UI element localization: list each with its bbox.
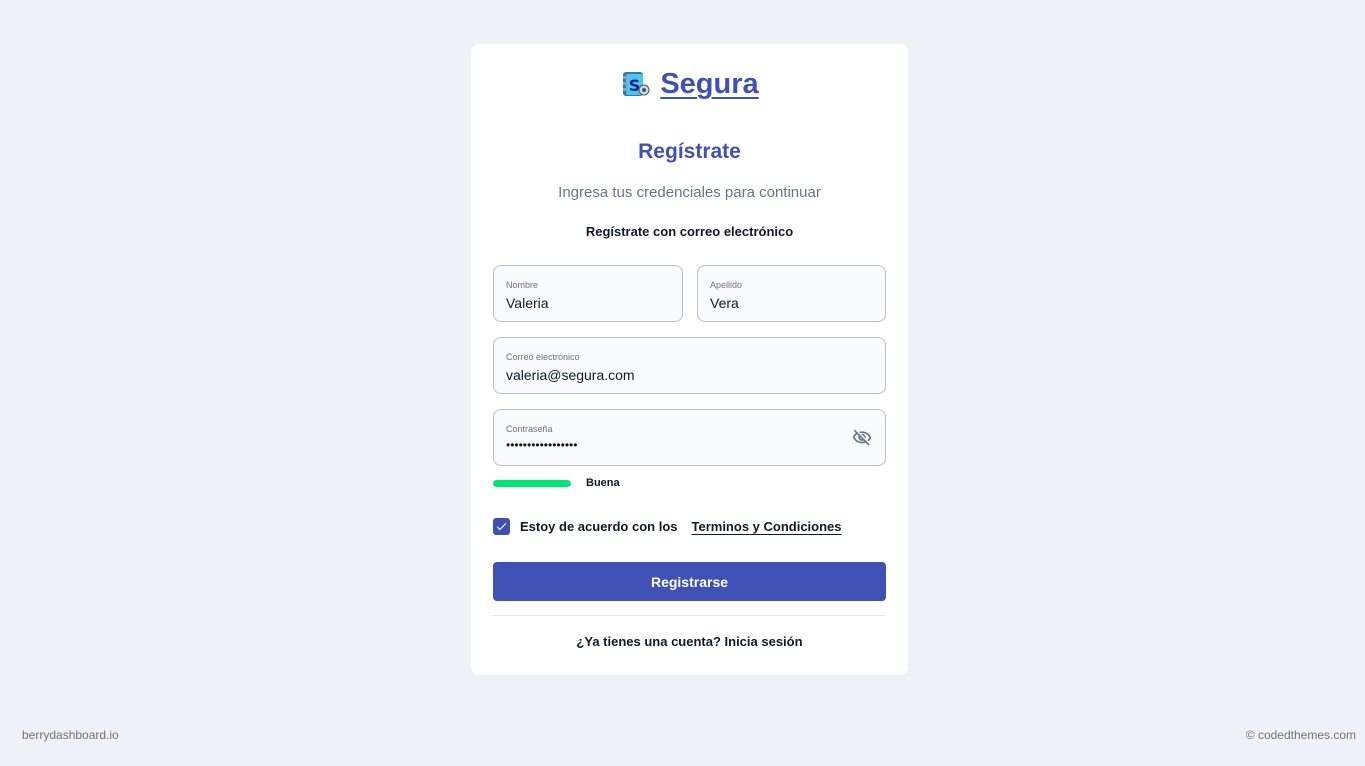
brand-name[interactable]: Segura	[660, 68, 758, 101]
email-input[interactable]: valeria@segura.com	[506, 367, 635, 383]
check-icon	[496, 523, 507, 531]
first-name-label: Nombre	[506, 280, 539, 290]
terms-text: Estoy de acuerdo con los	[520, 519, 678, 534]
login-link[interactable]: ¿Ya tienes una cuenta? Inicia sesión	[471, 634, 908, 649]
first-name-input[interactable]: Valeria	[506, 295, 549, 311]
footer-right-link[interactable]: © codedthemes.com	[1246, 728, 1356, 742]
brand-logo[interactable]: S Segura	[471, 68, 908, 101]
password-strength-fill	[493, 480, 571, 487]
last-name-field[interactable]: Apellido Vera	[697, 265, 886, 322]
password-label: Contraseña	[506, 424, 553, 434]
signup-method-label: Regístrate con correo electrónico	[585, 224, 794, 239]
password-field[interactable]: Contraseña •••••••••••••••••	[493, 409, 886, 466]
page-title: Regístrate	[638, 140, 741, 163]
last-name-label: Apellido	[710, 280, 743, 290]
register-button[interactable]: Registrarse	[493, 562, 886, 601]
terms-agreement: Estoy de acuerdo con los Terminos y Cond…	[493, 518, 842, 535]
page-subtitle: Ingresa tus credenciales para continuar	[558, 184, 821, 201]
password-input[interactable]: •••••••••••••••••	[506, 438, 577, 452]
terms-checkbox[interactable]	[493, 518, 510, 535]
first-name-field[interactable]: Nombre Valeria	[493, 265, 683, 322]
footer-left-link[interactable]: berrydashboard.io	[22, 728, 119, 742]
email-field[interactable]: Correo electrónico valeria@segura.com	[493, 337, 886, 394]
password-strength-label: Buena	[586, 477, 620, 489]
register-card: S Segura Regístrate Ingresa tus credenci…	[471, 44, 908, 675]
email-label: Correo electrónico	[506, 352, 580, 362]
terms-link[interactable]: Terminos y Condiciones	[692, 519, 842, 534]
svg-text:S: S	[629, 76, 641, 95]
last-name-input[interactable]: Vera	[710, 295, 739, 311]
s-logo-icon: S	[620, 70, 652, 100]
eye-off-icon[interactable]	[851, 428, 873, 448]
divider	[493, 615, 886, 616]
password-strength-bar	[493, 480, 571, 487]
